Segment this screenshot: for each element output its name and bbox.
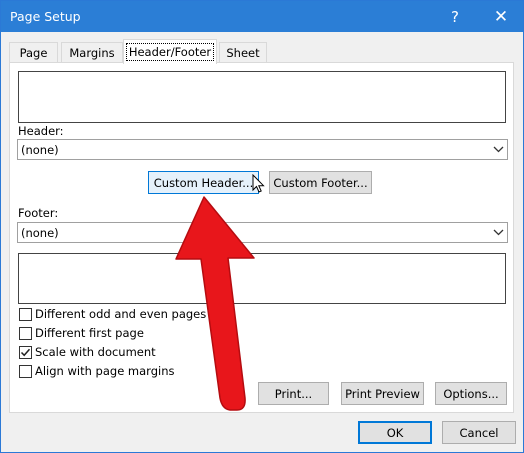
- header-value: (none): [21, 143, 59, 157]
- cancel-button[interactable]: Cancel: [442, 421, 516, 444]
- close-button[interactable]: ✕: [481, 1, 521, 32]
- footer-dropdown[interactable]: (none): [17, 222, 508, 243]
- option-label: Align with page margins: [35, 364, 175, 378]
- title-bar: Page Setup ? ✕: [1, 1, 523, 32]
- footer-value: (none): [21, 226, 59, 240]
- header-label: Header:: [18, 124, 64, 138]
- header-dropdown[interactable]: (none): [17, 139, 508, 160]
- footer-label: Footer:: [18, 206, 59, 220]
- tab-header-footer[interactable]: Header/Footer: [123, 39, 217, 64]
- ok-button[interactable]: OK: [358, 421, 432, 444]
- options-button[interactable]: Options...: [435, 382, 507, 405]
- chevron-down-icon: [489, 140, 507, 159]
- chevron-down-icon: [489, 223, 507, 242]
- print-button[interactable]: Print...: [258, 382, 329, 405]
- custom-header-button[interactable]: Custom Header...: [148, 171, 259, 194]
- print-preview-button[interactable]: Print Preview: [341, 382, 424, 405]
- mouse-pointer-icon: [252, 174, 265, 193]
- option-different-first-page[interactable]: Different first page: [19, 325, 144, 341]
- tab-page[interactable]: Page: [9, 42, 58, 63]
- option-label: Different first page: [35, 326, 144, 340]
- checkbox[interactable]: [19, 364, 32, 378]
- tab-margins[interactable]: Margins: [61, 42, 123, 63]
- custom-footer-button[interactable]: Custom Footer...: [269, 171, 372, 194]
- dialog-title: Page Setup: [10, 9, 81, 24]
- option-scale-with-document[interactable]: Scale with document: [19, 344, 156, 360]
- option-different-odd-even[interactable]: Different odd and even pages: [19, 306, 206, 322]
- option-align-with-margins[interactable]: Align with page margins: [19, 363, 174, 379]
- header-footer-panel: Header: (none) Custom Header... Custom F…: [9, 62, 514, 413]
- footer-preview: [18, 253, 506, 304]
- page-setup-dialog: Page Setup ? ✕ Page Margins Header/Foote…: [0, 0, 524, 453]
- checkbox[interactable]: [19, 326, 32, 340]
- help-button[interactable]: ?: [437, 1, 473, 32]
- header-preview: [18, 71, 506, 123]
- tab-sheet[interactable]: Sheet: [219, 42, 267, 63]
- checkmark-icon: [20, 348, 31, 356]
- option-label: Scale with document: [35, 345, 156, 359]
- option-label: Different odd and even pages: [35, 307, 207, 321]
- checkbox-checked[interactable]: [19, 345, 32, 359]
- checkbox[interactable]: [19, 307, 32, 321]
